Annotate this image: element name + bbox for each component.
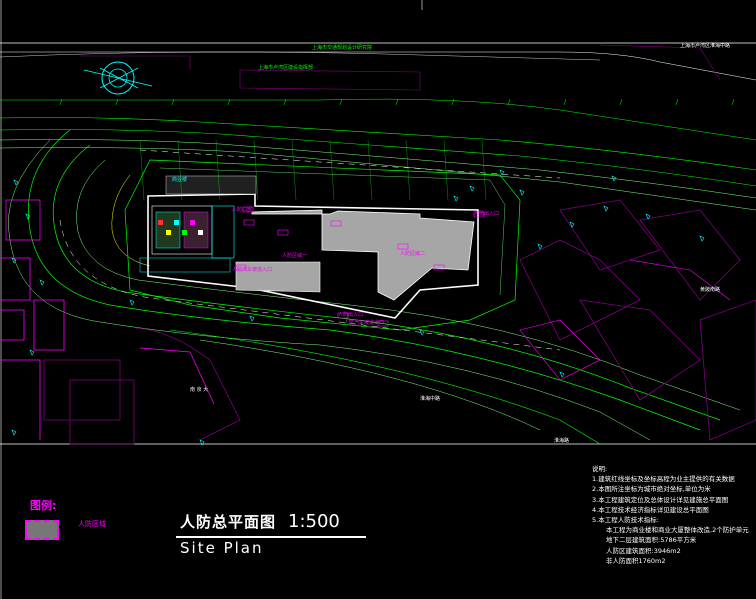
coordinate-tick	[675, 98, 679, 106]
notes-line: 4.本工程技术经济指标详见建设总平面图	[592, 505, 709, 514]
tree-symbol	[469, 185, 475, 192]
road-line-2	[0, 129, 756, 187]
tree-symbol	[249, 315, 255, 322]
notes-line: 2.本图所注坐标为城市绝对坐标,单位为米	[592, 485, 711, 494]
dimension-line	[405, 139, 411, 201]
coordinate-tick	[395, 98, 399, 106]
drawing-title-cn: 人防总平面图	[180, 513, 277, 531]
coordinate-tick	[339, 98, 343, 106]
building-outline	[519, 239, 641, 341]
building-outline	[0, 257, 31, 301]
map-label: 淮海路	[554, 438, 570, 444]
lower-road-2	[199, 339, 541, 431]
legend-civil-defense-swatch	[25, 520, 59, 540]
road-curb-top	[0, 98, 756, 141]
tree-symbol	[519, 189, 525, 196]
road-line-1	[0, 117, 756, 171]
dimension-line	[139, 139, 145, 201]
map-label: 人防汽车坡道出口	[344, 320, 385, 326]
map-label: 人防口部	[232, 207, 253, 213]
tree-symbol	[11, 429, 17, 436]
map-label: 上海市卢湾区建设指挥部	[258, 65, 314, 71]
dimension-line	[367, 139, 373, 201]
building-outline	[69, 379, 135, 445]
building-outline	[639, 209, 741, 301]
building-outline	[699, 299, 756, 441]
tree-symbol	[29, 349, 35, 356]
tree-symbol	[537, 243, 543, 250]
map-label: 上海市卢湾区淮海中路	[680, 43, 731, 49]
notes-subline: 非人防面积1760m2	[606, 556, 666, 565]
road-line-3	[0, 139, 756, 199]
building-outline	[33, 299, 65, 351]
legend-civil-defense-label: 人防区域	[78, 520, 106, 528]
north-arrow-axis	[83, 69, 153, 87]
map-label: 人防出入口	[338, 312, 364, 318]
coordinate-tick	[451, 98, 455, 106]
dimension-line	[443, 139, 449, 201]
drawing-scale: 1:500	[288, 511, 340, 532]
building-outline	[80, 55, 191, 70]
coordinate-tick	[731, 98, 735, 106]
map-label: 人防出入口	[474, 211, 500, 217]
map-label: 人防汽车坡道入口	[232, 267, 273, 273]
drawing-title-en: Site Plan	[180, 539, 264, 557]
notes-subline: 人防区建筑面积:3946m2	[606, 546, 681, 555]
building-outline	[559, 199, 661, 271]
tree-symbol	[39, 279, 45, 286]
map-label: 人防区域一	[282, 253, 308, 259]
design-notes: 说明: 1.建筑红线坐标及坐标高程为业主提供的有关数据 2.本图所注坐标为城市绝…	[592, 464, 752, 566]
unit-marker	[198, 230, 203, 235]
tree-symbol	[699, 235, 705, 242]
building-outline	[629, 259, 731, 301]
unit-marker	[190, 220, 195, 225]
notes-line: 1.建筑红线坐标及坐标高程为业主提供的有关数据	[592, 475, 735, 484]
stair-core	[211, 205, 235, 259]
roundabout-edge	[111, 174, 151, 267]
map-label: 淮海中路	[420, 396, 441, 402]
tree-symbol	[559, 371, 565, 378]
map-label: 商业楼	[172, 177, 188, 183]
dimension-line	[481, 139, 487, 201]
entrance-marker	[277, 229, 289, 236]
building-outline	[599, 44, 721, 81]
building-outline	[0, 309, 25, 341]
left-building-core-2	[183, 211, 209, 249]
curve-road-4	[8, 139, 651, 441]
dimension-line	[329, 139, 335, 201]
coordinate-tick	[563, 98, 567, 106]
building-outline	[139, 347, 215, 405]
ramp-outline	[139, 257, 231, 273]
building-outline	[579, 299, 701, 401]
building-outline	[43, 359, 121, 421]
notes-subline: 本工程为商业楼和商业大厦整体改造,2个防护单元	[606, 526, 749, 535]
tree-symbol	[25, 213, 31, 220]
map-label: 南 京 大	[190, 387, 209, 393]
building-outline	[135, 327, 241, 441]
tree-symbol	[603, 205, 609, 212]
legend-title: 图例:	[30, 499, 57, 512]
entrance-marker	[243, 219, 255, 226]
unit-marker	[182, 230, 187, 235]
map-label: 人防区域二	[400, 251, 426, 257]
building-outline	[5, 199, 41, 241]
title-underline	[176, 536, 366, 538]
unit-marker	[166, 230, 171, 235]
tree-symbol	[129, 299, 135, 306]
building-outline	[239, 69, 421, 91]
unit-marker	[158, 220, 163, 225]
tree-symbol	[453, 195, 459, 202]
notes-line: 3.本工程建筑定位及总体设计详见建施总平面图	[592, 495, 729, 504]
notes-subline: 地下二层建筑面积:5786平方米	[606, 536, 697, 545]
building-outline	[0, 359, 41, 440]
notes-line: 5.本工程人防技术指标:	[592, 516, 659, 525]
map-label: 上海市交通规划设计研究院	[312, 45, 373, 51]
notes-heading: 说明:	[592, 465, 608, 473]
map-label: 黄陂南路	[700, 287, 721, 293]
dimension-line	[291, 139, 297, 201]
coordinate-tick	[619, 98, 623, 106]
unit-marker	[174, 220, 179, 225]
